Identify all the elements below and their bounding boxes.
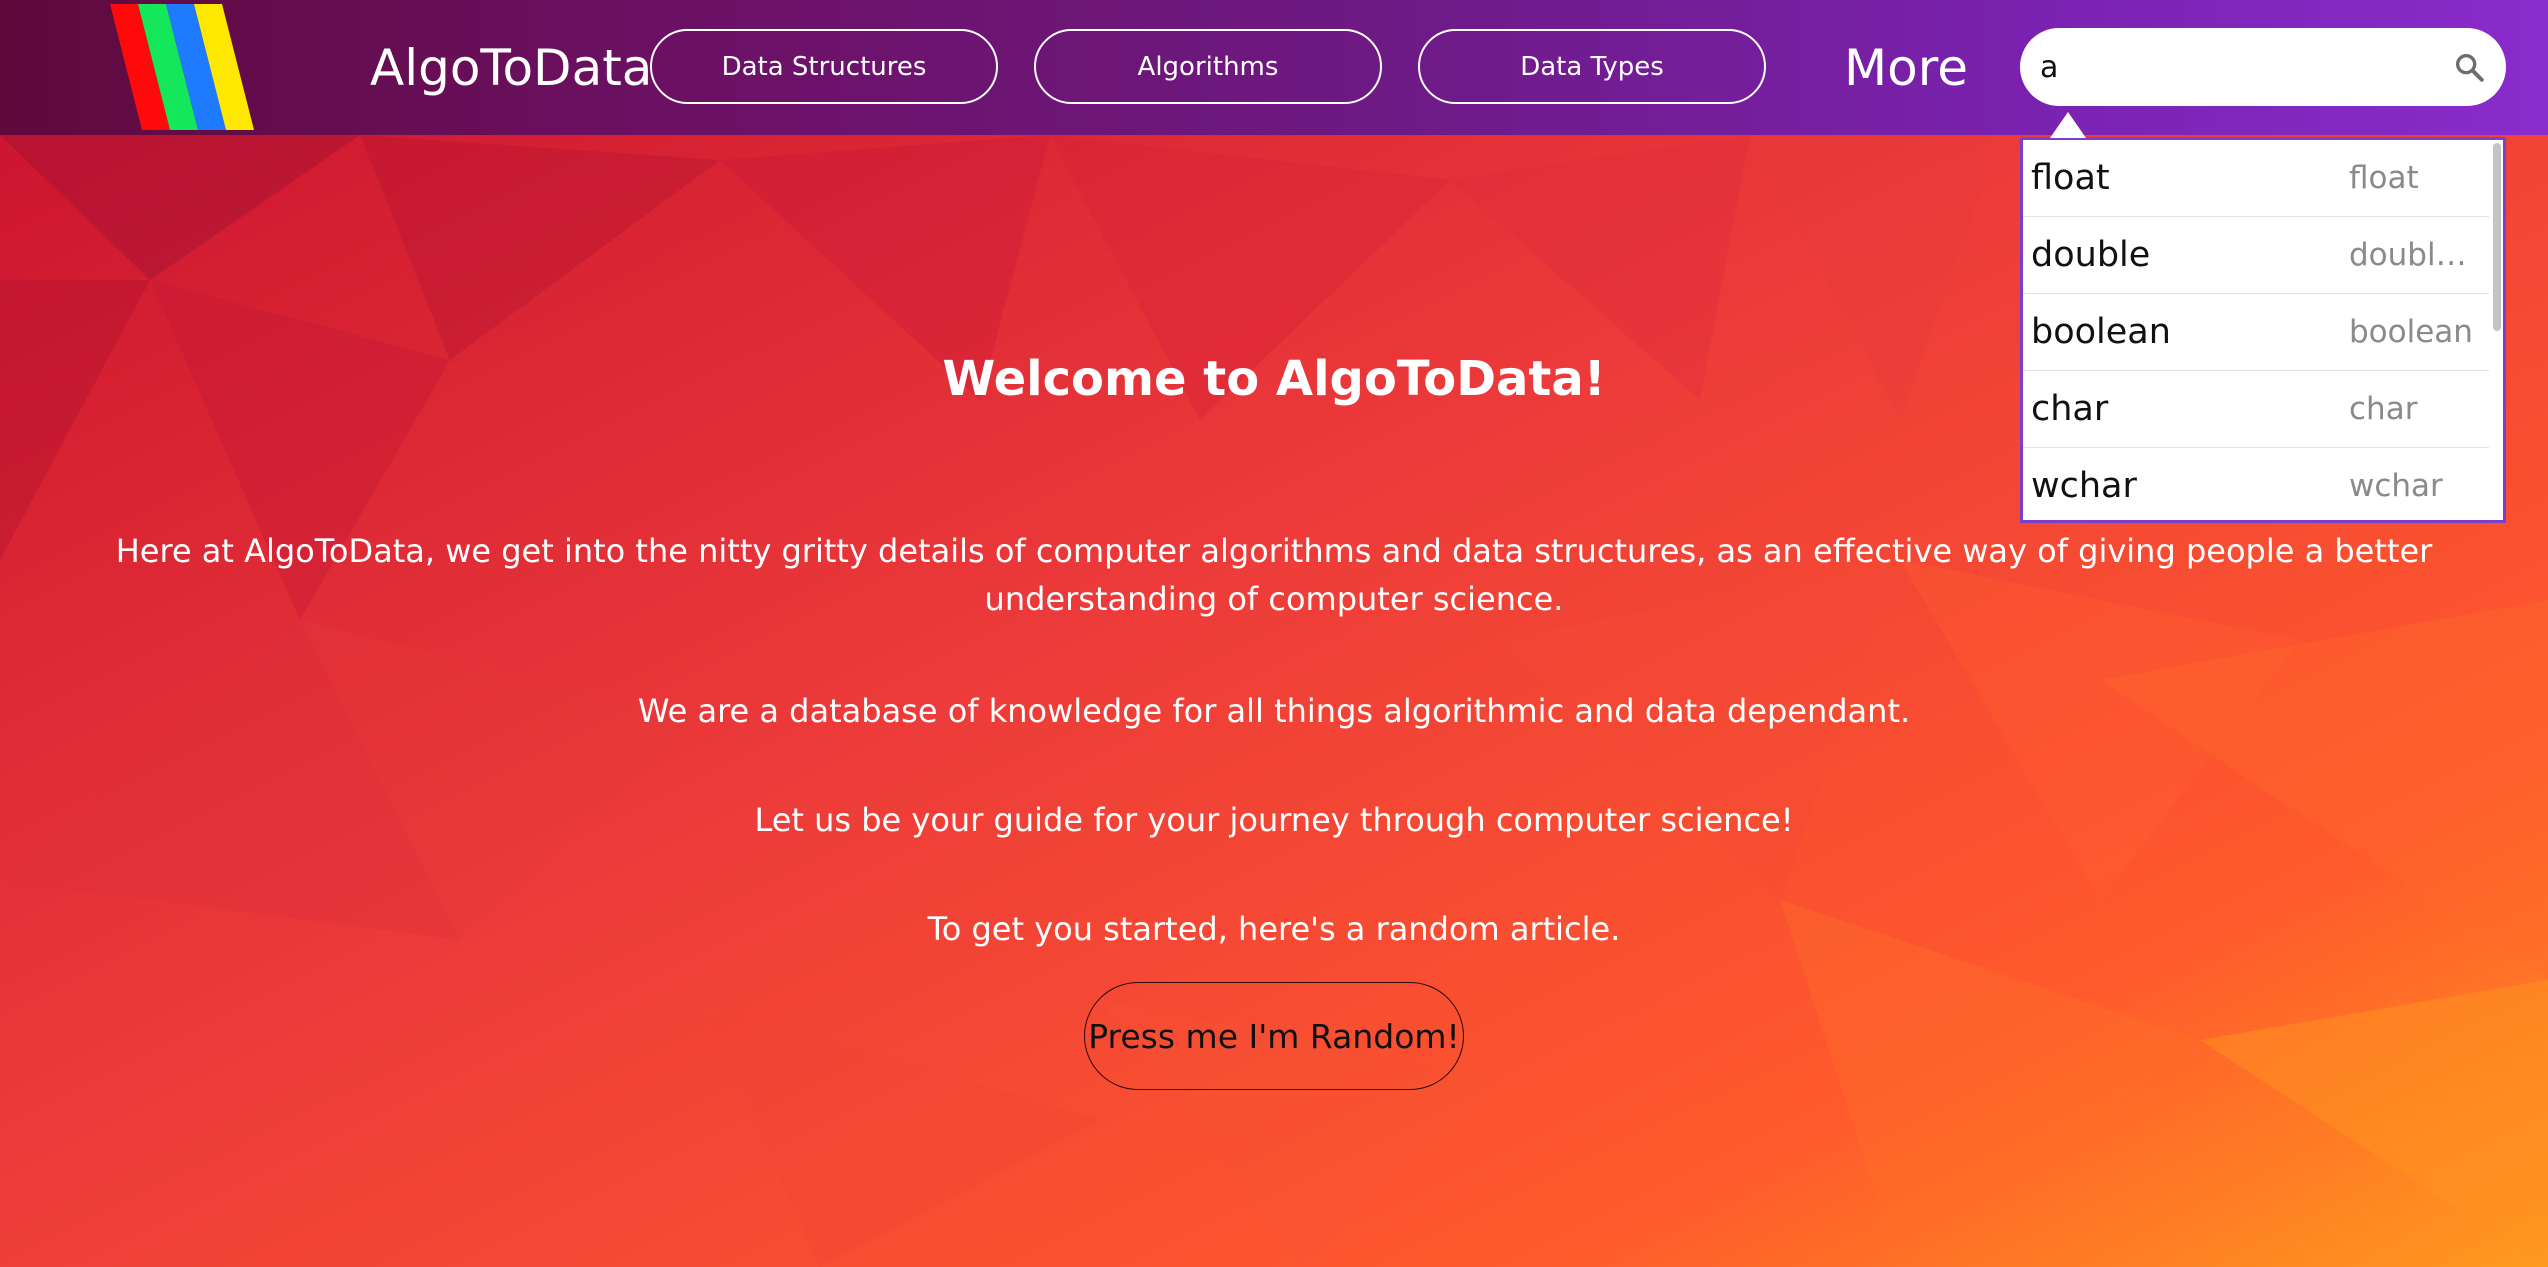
suggestion-label: double bbox=[2031, 235, 2151, 275]
random-article-button[interactable]: Press me I'm Random! bbox=[1084, 982, 1464, 1090]
suggestion-label: char bbox=[2031, 389, 2109, 429]
brand-title[interactable]: AlgoToData bbox=[370, 34, 652, 102]
guide-paragraph: Let us be your guide for your journey th… bbox=[754, 801, 1794, 839]
suggestion-item[interactable]: char char bbox=[2023, 371, 2489, 448]
nav-algorithms-button[interactable]: Algorithms bbox=[1034, 29, 1382, 104]
suggestion-label: float bbox=[2031, 158, 2110, 198]
search-icon[interactable] bbox=[2452, 50, 2486, 84]
more-menu[interactable]: More bbox=[1844, 34, 1968, 102]
suggestion-hint: char bbox=[2349, 391, 2418, 427]
nav-data-types-button[interactable]: Data Types bbox=[1418, 29, 1766, 104]
suggestion-item[interactable]: boolean boolean bbox=[2023, 294, 2489, 371]
dropdown-pointer bbox=[2050, 112, 2086, 138]
suggestion-item[interactable]: double double precision bbox=[2023, 217, 2489, 294]
suggestion-hint: wchar bbox=[2349, 468, 2443, 504]
dropdown-scrollbar[interactable] bbox=[2493, 143, 2501, 331]
top-navbar: AlgoToData Data Structures Algorithms Da… bbox=[0, 0, 2548, 135]
suggestion-label: wchar bbox=[2031, 466, 2137, 506]
random-article-paragraph: To get you started, here's a random arti… bbox=[927, 910, 1621, 948]
suggestion-item[interactable]: float float bbox=[2023, 140, 2489, 217]
intro-paragraph: Here at AlgoToData, we get into the nitt… bbox=[115, 532, 2433, 618]
search-input[interactable] bbox=[2040, 42, 2420, 92]
suggestion-label: boolean bbox=[2031, 312, 2171, 352]
suggestion-hint: float bbox=[2349, 160, 2419, 196]
logo-stripes-icon[interactable] bbox=[108, 4, 268, 130]
suggestion-item[interactable]: wchar wchar bbox=[2023, 448, 2489, 520]
database-paragraph: We are a database of knowledge for all t… bbox=[637, 692, 1911, 730]
search-box[interactable] bbox=[2020, 28, 2506, 106]
nav-data-structures-button[interactable]: Data Structures bbox=[650, 29, 998, 104]
search-suggestions-dropdown: float float double double precision bool… bbox=[2020, 137, 2506, 523]
suggestion-hint: double precision bbox=[2349, 237, 2485, 273]
suggestion-hint: boolean bbox=[2349, 314, 2473, 350]
